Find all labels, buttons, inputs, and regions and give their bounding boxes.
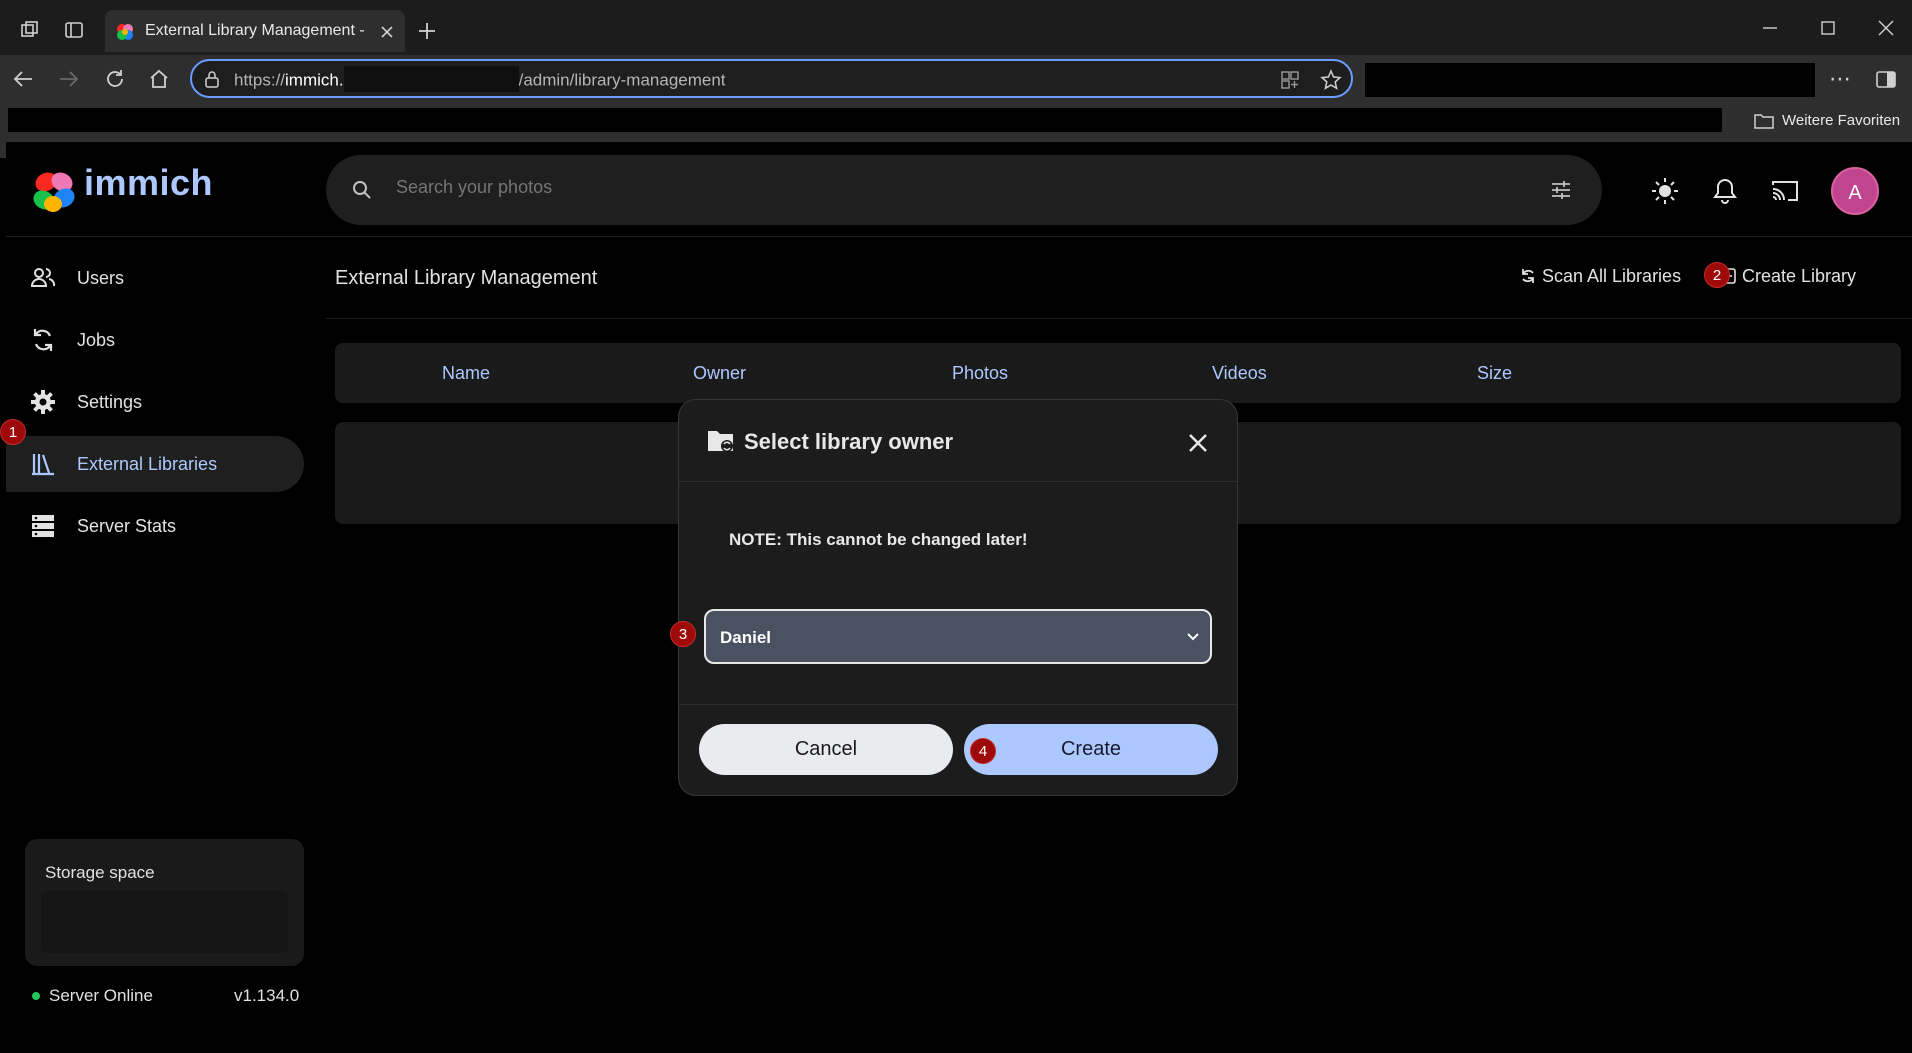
tab-title: External Library Management - Immich <box>145 22 370 39</box>
redacted-region <box>1365 63 1815 97</box>
window-close-icon[interactable] <box>1878 20 1894 36</box>
folder-sync-icon <box>708 431 733 452</box>
redacted-region <box>343 66 519 92</box>
divider <box>679 704 1237 705</box>
notifications-bell-icon[interactable] <box>1712 177 1738 205</box>
new-tab-icon[interactable] <box>417 21 437 41</box>
workspaces-icon[interactable] <box>20 20 40 40</box>
annotation-badge-2: 2 <box>1704 262 1730 288</box>
page-title: External Library Management <box>335 267 598 289</box>
annotation-badge-3: 3 <box>670 621 696 647</box>
dialog-note: NOTE: This cannot be changed later! <box>729 530 1028 549</box>
divider <box>679 481 1237 482</box>
scan-all-libraries-button[interactable]: Scan All Libraries <box>1520 266 1681 287</box>
column-header-size: Size <box>1477 363 1513 383</box>
search-filter-icon[interactable] <box>1550 179 1572 201</box>
close-icon[interactable] <box>1183 428 1213 458</box>
url-text: https://immich./admin/library-management <box>234 66 726 92</box>
sidebar-item-settings[interactable]: Settings <box>6 374 304 430</box>
forward-icon[interactable] <box>58 68 80 90</box>
column-header-photos: Photos <box>952 363 1009 383</box>
select-library-owner-dialog: Select library owner NOTE: This cannot b… <box>678 399 1238 796</box>
annotation-badge-1: 1 <box>0 419 26 445</box>
immich-favicon-icon <box>117 24 133 40</box>
admin-sidebar: Users Jobs Settings External Libraries S… <box>6 238 311 1053</box>
create-button[interactable]: Create <box>964 724 1218 775</box>
cancel-button[interactable]: Cancel <box>699 724 953 775</box>
chevron-down-icon <box>1187 633 1199 641</box>
sidebar-item-label: Jobs <box>77 330 116 350</box>
sidebar-item-label: External Libraries <box>77 454 218 474</box>
app-available-icon[interactable] <box>1280 70 1300 90</box>
minimize-icon[interactable] <box>1762 20 1778 36</box>
tab-close-icon[interactable] <box>380 25 394 39</box>
sidebar-item-label: Settings <box>77 392 143 412</box>
home-icon[interactable] <box>148 68 170 90</box>
logo-text[interactable]: immich <box>84 162 213 204</box>
divider <box>326 318 1912 319</box>
server-icon <box>32 515 54 537</box>
search-input[interactable] <box>396 177 1496 198</box>
maximize-icon[interactable] <box>1820 20 1836 36</box>
sidebar-item-external-libraries[interactable]: External Libraries <box>6 436 304 492</box>
storage-title: Storage space <box>45 863 155 882</box>
folder-icon[interactable] <box>1754 112 1774 130</box>
sidebar-toggle-icon[interactable] <box>1876 71 1896 89</box>
storage-space-card: Storage space <box>25 839 304 966</box>
owner-select[interactable]: Daniel <box>704 609 1212 664</box>
more-options-icon[interactable]: ⋯ <box>1829 68 1851 90</box>
owner-select-value: Daniel <box>720 628 772 647</box>
sidebar-item-users[interactable]: Users <box>6 250 304 306</box>
favorites-folder-label[interactable]: Weitere Favoriten <box>1782 112 1900 129</box>
sidebar-item-jobs[interactable]: Jobs <box>6 312 304 368</box>
annotation-badge-4: 4 <box>970 738 996 764</box>
sidebar-item-server-stats[interactable]: Server Stats <box>6 498 304 554</box>
sidebar-item-label: Server Stats <box>77 516 177 536</box>
favorite-star-icon[interactable] <box>1320 69 1342 91</box>
lock-icon[interactable] <box>204 70 220 88</box>
search-icon[interactable] <box>352 180 372 200</box>
refresh-icon <box>1522 269 1534 283</box>
dialog-title: Select library owner <box>744 429 954 454</box>
storage-usage-bar <box>41 891 288 953</box>
column-header-videos: Videos <box>1212 363 1267 383</box>
gear-icon <box>31 390 55 414</box>
immich-logo-icon[interactable] <box>30 168 76 214</box>
app-header: immich A <box>6 142 1912 237</box>
user-avatar[interactable]: A <box>1831 167 1879 215</box>
cast-icon[interactable] <box>1770 178 1800 204</box>
browser-tab-bar: External Library Management - Immich <box>0 0 1912 55</box>
column-header-name: Name <box>442 363 491 383</box>
search-bar[interactable] <box>326 155 1602 225</box>
library-icon <box>32 454 54 476</box>
users-icon <box>30 268 56 287</box>
server-status: Server Online <box>49 986 153 1005</box>
favorites-bar <box>8 108 1722 132</box>
tab-active[interactable]: External Library Management - Immich <box>105 10 405 52</box>
theme-toggle-icon[interactable] <box>1651 177 1679 205</box>
back-icon[interactable] <box>12 68 34 90</box>
tab-actions-icon[interactable] <box>64 20 84 40</box>
column-header-owner: Owner <box>693 363 747 383</box>
sync-icon <box>33 329 53 351</box>
sidebar-item-label: Users <box>77 268 125 288</box>
server-online-indicator <box>32 992 40 1000</box>
reload-icon[interactable] <box>104 68 126 90</box>
address-bar[interactable]: https://immich./admin/library-management <box>190 59 1353 98</box>
server-version[interactable]: v1.134.0 <box>234 986 299 1006</box>
libraries-table-header: Name Owner Photos Videos Size <box>335 343 1901 403</box>
create-library-button[interactable]: Create Library <box>1720 266 1856 287</box>
